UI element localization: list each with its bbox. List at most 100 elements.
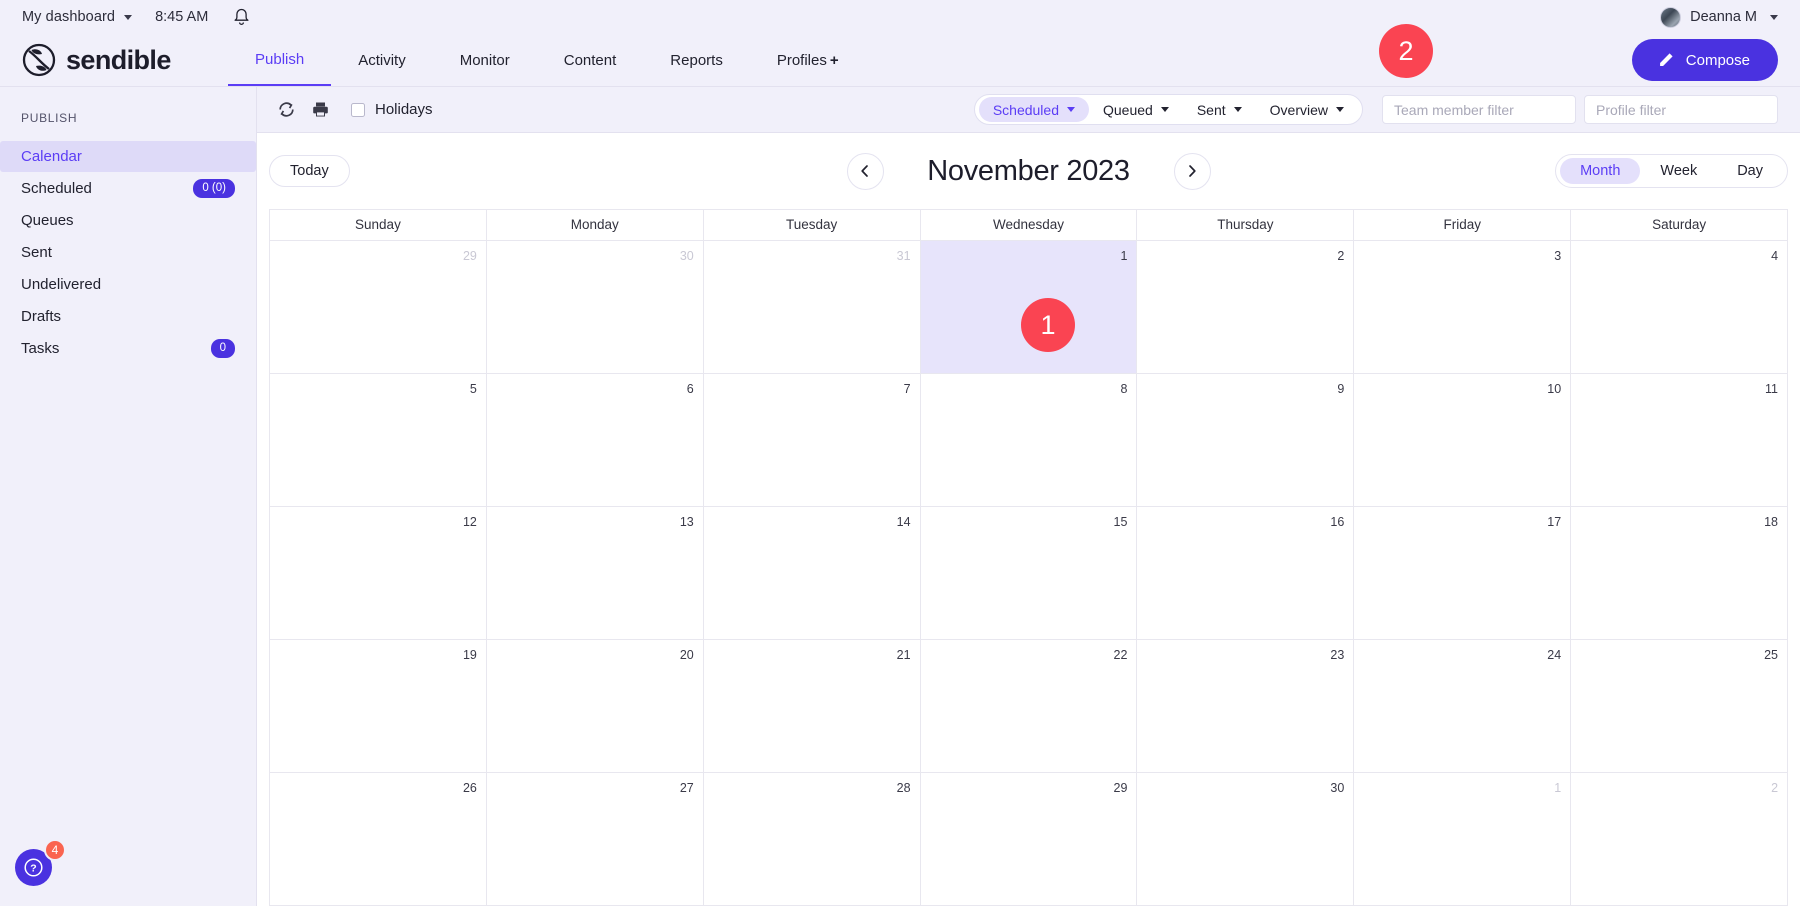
sidebar-item-scheduled[interactable]: Scheduled 0 (0) <box>0 173 256 204</box>
filter-toolbar: Holidays Scheduled Queued Sent Overview … <box>257 87 1800 133</box>
compose-button[interactable]: Compose <box>1631 39 1778 81</box>
view-option-week[interactable]: Week <box>1640 158 1717 184</box>
calendar-day-cell[interactable]: 2 <box>1571 773 1789 906</box>
page-title: November 2023 <box>927 154 1130 187</box>
day-number: 3 <box>1554 249 1562 263</box>
sidebar-item-queues[interactable]: Queues <box>0 205 256 236</box>
view-option-month[interactable]: Month <box>1560 158 1641 184</box>
calendar-day-cell[interactable]: 26 <box>270 773 487 906</box>
day-number: 1 <box>1120 249 1128 263</box>
team-member-filter-input[interactable] <box>1382 95 1576 124</box>
calendar-day-cell[interactable]: 23 <box>1137 640 1355 773</box>
calendar-day-cell[interactable]: 29 <box>920 773 1138 906</box>
calendar-day-cell[interactable]: 28 <box>703 773 921 906</box>
filter-controls: Scheduled Queued Sent Overview <box>973 94 1778 125</box>
calendar-day-cell[interactable]: 12 <box>270 507 487 640</box>
day-number: 13 <box>679 515 694 529</box>
sidebar-item-label: Undelivered <box>21 276 102 293</box>
calendar-day-cell[interactable]: 10 <box>1354 374 1572 507</box>
holidays-toggle[interactable]: Holidays <box>351 101 433 118</box>
calendar-day-cell[interactable]: 25 <box>1571 640 1789 773</box>
calendar-day-cell[interactable]: 6 <box>486 374 704 507</box>
day-of-week-header: Sunday Monday Tuesday Wednesday Thursday… <box>270 210 1789 241</box>
chevron-down-icon <box>1067 107 1075 112</box>
calendar-day-cell[interactable]: 2 <box>1137 241 1355 374</box>
user-menu[interactable]: Deanna M <box>1660 6 1778 28</box>
dow-saturday: Saturday <box>1571 210 1789 241</box>
question-mark-icon: ? <box>24 858 43 877</box>
today-button[interactable]: Today <box>269 155 350 187</box>
calendar-day-cell[interactable]: 19 <box>270 640 487 773</box>
nav-item-activity[interactable]: Activity <box>331 35 433 85</box>
dow-wednesday: Wednesday <box>920 210 1138 241</box>
dashboard-selector[interactable]: My dashboard <box>22 9 133 25</box>
status-badge: 0 (0) <box>193 179 235 198</box>
print-icon[interactable] <box>303 93 337 127</box>
calendar-day-cell[interactable]: 14 <box>703 507 921 640</box>
dow-monday: Monday <box>486 210 704 241</box>
sidebar-item-undelivered[interactable]: Undelivered <box>0 269 256 300</box>
day-number: 1 <box>1554 781 1562 795</box>
calendar-day-cell[interactable]: 16 <box>1137 507 1355 640</box>
calendar-day-cell[interactable]: 31 <box>703 241 921 374</box>
calendar-day-cell[interactable]: 17 <box>1354 507 1572 640</box>
calendar-day-cell[interactable]: 7 <box>703 374 921 507</box>
bell-icon[interactable] <box>233 8 250 27</box>
profile-filter-input[interactable] <box>1584 95 1778 124</box>
calendar-day-cell[interactable]: 13 <box>486 507 704 640</box>
calendar-day-cell[interactable]: 29 <box>270 241 487 374</box>
refresh-icon[interactable] <box>269 93 303 127</box>
logo-text: sendible <box>66 44 171 75</box>
nav-item-publish[interactable]: Publish <box>228 34 332 86</box>
sidebar-section-title: PUBLISH <box>21 111 78 125</box>
dow-thursday: Thursday <box>1137 210 1355 241</box>
view-option-day[interactable]: Day <box>1717 158 1783 184</box>
filter-pill-sent[interactable]: Sent <box>1183 97 1256 122</box>
plus-icon: + <box>829 52 839 69</box>
calendar-day-cell[interactable]: 15 <box>920 507 1138 640</box>
day-number: 11 <box>1765 382 1779 396</box>
sidebar-item-drafts[interactable]: Drafts <box>0 301 256 332</box>
sidebar-item-label: Tasks <box>21 340 60 357</box>
calendar-day-cell[interactable]: 24 <box>1354 640 1572 773</box>
calendar-day-cell[interactable]: 30 <box>486 241 704 374</box>
calendar-day-cell[interactable]: 8 <box>920 374 1138 507</box>
nav-item-content[interactable]: Content <box>537 35 644 85</box>
calendar-day-cell[interactable]: 21 <box>703 640 921 773</box>
chevron-down-icon <box>1233 107 1242 112</box>
calendar-day-cell[interactable]: 1 <box>1354 773 1572 906</box>
avatar <box>1660 6 1682 28</box>
filter-pill-scheduled[interactable]: Scheduled <box>978 97 1089 122</box>
calendar-day-cell[interactable]: 3 <box>1354 241 1572 374</box>
calendar-day-cell[interactable]: 9 <box>1137 374 1355 507</box>
user-name: Deanna M <box>1690 9 1757 25</box>
nav-label: Publish <box>255 51 305 68</box>
nav-label: Reports <box>670 52 723 69</box>
calendar-day-cell[interactable]: 22 <box>920 640 1138 773</box>
calendar-day-cell[interactable]: 4 <box>1571 241 1789 374</box>
next-month-button[interactable] <box>1173 152 1211 190</box>
day-number: 18 <box>1764 515 1779 529</box>
compose-label: Compose <box>1685 51 1750 69</box>
day-number: 19 <box>462 648 477 662</box>
filter-pill-overview[interactable]: Overview <box>1256 97 1358 122</box>
logo[interactable]: sendible <box>22 43 228 77</box>
sidebar-item-sent[interactable]: Sent <box>0 237 256 268</box>
nav-item-reports[interactable]: Reports <box>643 35 750 85</box>
day-number: 4 <box>1771 249 1779 263</box>
calendar-day-cell[interactable]: 11 <box>1571 374 1789 507</box>
sidebar-item-calendar[interactable]: Calendar <box>0 141 256 172</box>
calendar-day-cell[interactable]: 18 <box>1571 507 1789 640</box>
sidebar-item-label: Drafts <box>21 308 62 325</box>
holidays-checkbox[interactable] <box>351 102 365 117</box>
calendar-day-cell[interactable]: 27 <box>486 773 704 906</box>
calendar-day-cell[interactable]: 20 <box>486 640 704 773</box>
prev-month-button[interactable] <box>846 152 884 190</box>
calendar-day-cell[interactable]: 5 <box>270 374 487 507</box>
calendar-day-cell[interactable]: 30 <box>1137 773 1355 906</box>
filter-pill-queued[interactable]: Queued <box>1089 97 1183 122</box>
nav-item-monitor[interactable]: Monitor <box>433 35 537 85</box>
nav-item-profiles[interactable]: Profiles + <box>750 35 866 85</box>
sidebar-item-tasks[interactable]: Tasks 0 <box>0 333 256 364</box>
help-notification-badge: 4 <box>44 839 66 861</box>
